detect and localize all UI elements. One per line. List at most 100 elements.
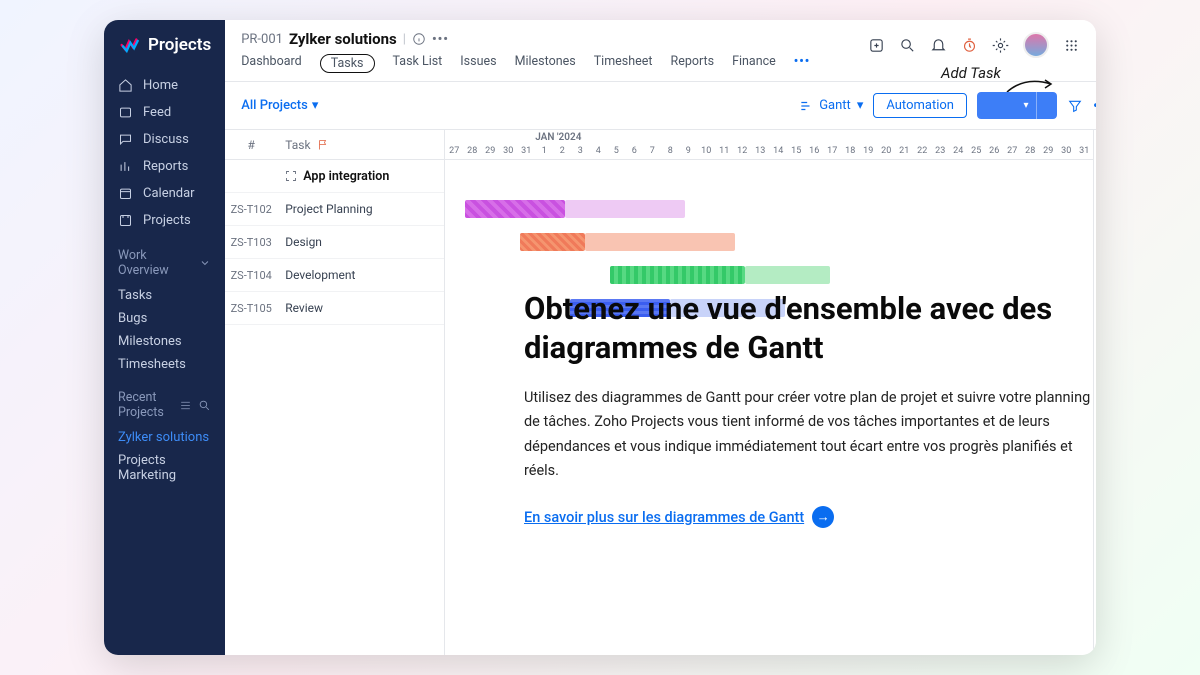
gantt-icon — [799, 99, 813, 113]
day-label: 12 — [733, 146, 751, 156]
tab-timesheet[interactable]: Timesheet — [594, 54, 653, 73]
recent-project-marketing[interactable]: Projects Marketing — [104, 449, 225, 487]
filter-icon[interactable] — [1067, 98, 1083, 114]
all-projects-dropdown[interactable]: All Projects ▾ — [241, 98, 318, 113]
plus-icon[interactable] — [868, 37, 885, 54]
gear-icon[interactable] — [992, 37, 1009, 54]
table-row[interactable]: ZS-T105Review — [225, 292, 444, 325]
search-icon[interactable] — [899, 37, 916, 54]
chevron-down-icon: ▾ — [312, 98, 319, 113]
day-label: 18 — [841, 146, 859, 156]
day-label: 4 — [589, 146, 607, 156]
projects-icon — [118, 213, 133, 228]
day-label: 17 — [823, 146, 841, 156]
sidebar: Projects Home Feed Discuss Reports Calen… — [104, 20, 225, 655]
work-milestones[interactable]: Milestones — [104, 330, 225, 353]
bar-row — [445, 226, 1093, 259]
day-label: 1 — [535, 146, 553, 156]
table-row[interactable]: ZS-T103Design — [225, 226, 444, 259]
tab-tasks[interactable]: Tasks — [320, 54, 375, 73]
row-id: ZS-T104 — [225, 269, 277, 282]
tab-reports[interactable]: Reports — [671, 54, 715, 73]
gantt-label: Gantt — [819, 98, 851, 113]
work-timesheets[interactable]: Timesheets — [104, 353, 225, 376]
chevron-down-icon — [199, 257, 211, 269]
recent-project-zylker[interactable]: Zylker solutions — [104, 426, 225, 449]
nav-calendar[interactable]: Calendar — [118, 180, 211, 207]
day-label: 14 — [769, 146, 787, 156]
day-label: 27 — [1003, 146, 1021, 156]
table-row[interactable]: ZS-T104Development — [225, 259, 444, 292]
day-label: 21 — [895, 146, 913, 156]
bell-icon[interactable] — [930, 37, 947, 54]
work-bugs[interactable]: Bugs — [104, 307, 225, 330]
day-label: 30 — [499, 146, 517, 156]
view-gantt-dropdown[interactable]: Gantt ▾ — [799, 98, 863, 113]
timer-icon[interactable] — [961, 37, 978, 54]
gantt-bar[interactable] — [520, 233, 585, 251]
brand: Projects — [104, 34, 225, 72]
gantt-bar[interactable] — [565, 200, 685, 218]
nav-discuss[interactable]: Discuss — [118, 126, 211, 153]
nav-label: Projects — [143, 213, 191, 228]
avatar[interactable] — [1023, 32, 1049, 58]
table-row[interactable]: ZS-T102Project Planning — [225, 193, 444, 226]
overlay-link[interactable]: En savoir plus sur les diagrammes de Gan… — [524, 506, 834, 528]
day-label: 22 — [913, 146, 931, 156]
overlay-link-text: En savoir plus sur les diagrammes de Gan… — [524, 509, 804, 526]
tab-issues[interactable]: Issues — [460, 54, 496, 73]
day-label: 29 — [1039, 146, 1057, 156]
tab-dashboard[interactable]: Dashboard — [241, 54, 301, 73]
day-label: 26 — [985, 146, 1003, 156]
feed-icon — [118, 105, 133, 120]
calendar-icon — [118, 186, 133, 201]
home-icon — [118, 78, 133, 93]
nav-feed[interactable]: Feed — [118, 99, 211, 126]
toolbar-more-icon[interactable]: ••• — [1093, 96, 1096, 115]
nav-primary: Home Feed Discuss Reports Calendar Proje… — [104, 72, 225, 234]
day-label: 19 — [859, 146, 877, 156]
day-label: 23 — [931, 146, 949, 156]
col-task: Task — [277, 138, 444, 152]
add-task-dropdown[interactable]: ▾ — [1016, 92, 1036, 119]
nav-label: Feed — [143, 105, 171, 120]
collapse-icon — [285, 170, 297, 182]
add-task-button[interactable]: ▾ — [977, 92, 1057, 119]
sliders-icon[interactable] — [179, 399, 192, 412]
gantt-bar[interactable] — [610, 266, 745, 284]
gantt-bar[interactable] — [585, 233, 735, 251]
project-id: PR-001 — [241, 32, 283, 47]
bar-row — [445, 193, 1093, 226]
project-name: Zylker solutions — [289, 30, 397, 48]
month-label: JAN '2024 — [535, 132, 581, 143]
nav-label: Reports — [143, 159, 188, 174]
nav-projects[interactable]: Projects — [118, 207, 211, 234]
annotation-text: Add Task — [941, 64, 1001, 82]
gantt-bar[interactable] — [465, 200, 565, 218]
day-label: 27 — [445, 146, 463, 156]
nav-home[interactable]: Home — [118, 72, 211, 99]
tab-finance[interactable]: Finance — [732, 54, 776, 73]
toolbar: All Projects ▾ Gantt ▾ Automation Add Ta… — [225, 82, 1096, 129]
task-group[interactable]: App integration — [225, 160, 444, 193]
tab-tasklist[interactable]: Task List — [393, 54, 443, 73]
tabs-more-icon[interactable]: ••• — [794, 54, 810, 73]
grid-icon[interactable] — [1063, 37, 1080, 54]
group-label: App integration — [303, 169, 389, 184]
work-tasks[interactable]: Tasks — [104, 284, 225, 307]
breadcrumb: PR-001 Zylker solutions | ••• — [241, 30, 449, 48]
automation-button[interactable]: Automation — [873, 93, 967, 118]
info-icon[interactable] — [412, 32, 426, 46]
work-overview-header[interactable]: Work Overview — [104, 234, 225, 284]
day-label: 10 — [697, 146, 715, 156]
row-task: Review — [277, 301, 444, 315]
day-label: 7 — [643, 146, 661, 156]
tab-milestones[interactable]: Milestones — [515, 54, 576, 73]
row-task: Design — [277, 235, 444, 249]
nav-reports[interactable]: Reports — [118, 153, 211, 180]
search-icon[interactable] — [198, 399, 211, 412]
gantt-bar[interactable] — [745, 266, 830, 284]
more-icon[interactable]: ••• — [432, 32, 449, 47]
day-label: 28 — [1021, 146, 1039, 156]
day-label: 3 — [571, 146, 589, 156]
